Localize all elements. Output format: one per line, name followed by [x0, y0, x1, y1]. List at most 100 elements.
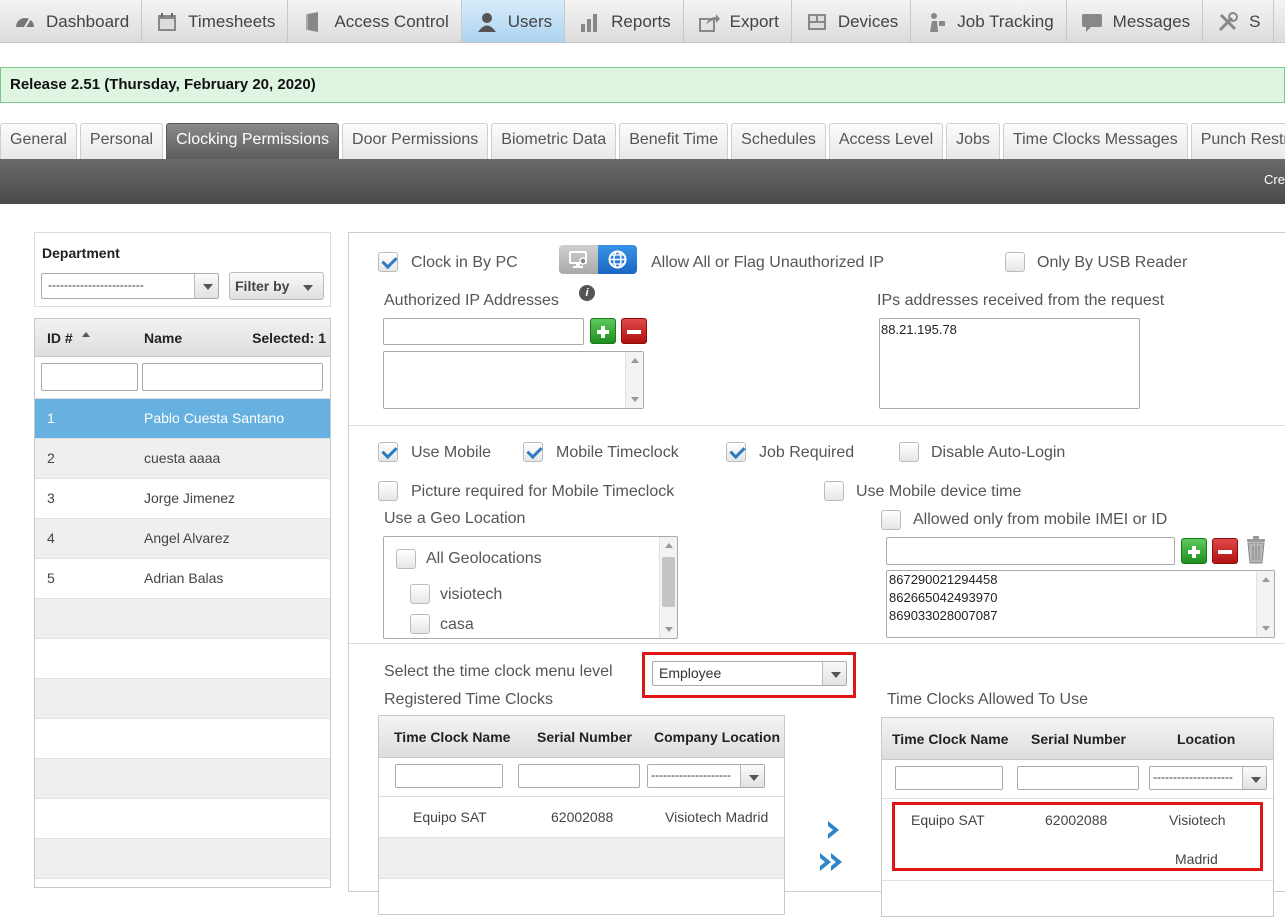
chevron-down-icon[interactable]	[1242, 767, 1266, 789]
column-time-clock-name[interactable]: Time Clock Name	[394, 729, 510, 745]
registered-clocks-label: Registered Time Clocks	[384, 691, 553, 708]
registered-clocks-header: Time Clock Name Serial Number Company Lo…	[379, 716, 784, 758]
nav-access-control-label: Access Control	[334, 11, 449, 31]
use-device-time-checkbox[interactable]	[824, 481, 844, 501]
empty-row	[379, 838, 784, 879]
allowed-imei-checkbox[interactable]	[881, 510, 901, 530]
chevron-down-icon[interactable]	[194, 274, 218, 298]
nav-users[interactable]: Users	[461, 0, 566, 42]
list-item[interactable]: 862665042493970	[889, 589, 997, 607]
column-serial-number[interactable]: Serial Number	[1031, 731, 1126, 747]
table-row[interactable]: 4 Angel Alvarez	[35, 519, 330, 559]
add-ip-button[interactable]	[590, 318, 616, 344]
serial-number-filter[interactable]	[1017, 766, 1139, 790]
nav-export[interactable]: Export	[684, 0, 792, 42]
pc-mode-button[interactable]	[559, 245, 598, 274]
move-right-icon[interactable]	[823, 819, 845, 841]
ips-received-list[interactable]: 88.21.195.78	[879, 318, 1140, 409]
only-usb-reader-checkbox[interactable]	[1005, 252, 1025, 272]
nav-timesheets[interactable]: Timesheets	[142, 0, 289, 42]
web-mode-button[interactable]	[598, 245, 637, 274]
table-row[interactable]: 3 Jorge Jimenez	[35, 479, 330, 519]
geo-casa-checkbox[interactable]	[410, 614, 430, 634]
tab-general[interactable]: General	[0, 123, 77, 159]
clock-by-pc-checkbox[interactable]	[378, 252, 398, 272]
job-required-checkbox[interactable]	[726, 442, 746, 462]
nav-dashboard[interactable]: Dashboard	[0, 0, 143, 42]
empty-row	[35, 679, 330, 719]
nav-reports[interactable]: Reports	[565, 0, 684, 42]
name-filter-input[interactable]	[142, 363, 323, 391]
nav-devices[interactable]: Devices	[792, 0, 912, 42]
chevron-down-icon[interactable]	[740, 765, 764, 787]
tab-time-clocks-messages[interactable]: Time Clocks Messages	[1002, 123, 1188, 159]
remove-imei-button[interactable]	[1212, 538, 1238, 564]
sort-ascending-icon[interactable]	[82, 332, 90, 337]
use-mobile-checkbox[interactable]	[378, 442, 398, 462]
calendar-icon	[156, 11, 178, 33]
column-time-clock-name[interactable]: Time Clock Name	[892, 731, 1008, 747]
user-grid-filters	[35, 357, 330, 399]
tab-jobs[interactable]: Jobs	[946, 123, 1000, 159]
picture-required-checkbox[interactable]	[378, 481, 398, 501]
user-subtabs: General Personal Clocking Permissions Do…	[0, 123, 1285, 159]
list-item[interactable]: 869033028007087	[889, 607, 997, 625]
disable-auto-login-checkbox[interactable]	[899, 442, 919, 462]
tab-personal[interactable]: Personal	[79, 123, 164, 159]
tab-clocking-permissions[interactable]: Clocking Permissions	[166, 123, 340, 159]
time-clock-name-filter[interactable]	[895, 766, 1003, 790]
geo-visiotech-checkbox[interactable]	[410, 584, 430, 604]
move-all-right-icon[interactable]	[818, 851, 848, 873]
add-imei-button[interactable]	[1181, 538, 1207, 564]
company-location-filter[interactable]: --------------------	[647, 764, 765, 788]
nav-messages[interactable]: Messages	[1067, 0, 1204, 42]
authorized-ip-input[interactable]	[383, 318, 584, 345]
column-company-location[interactable]: Company Location	[654, 729, 780, 745]
imei-input[interactable]	[886, 537, 1175, 565]
received-ip-value: 88.21.195.78	[881, 322, 957, 337]
location-filter[interactable]: --------------------	[1149, 766, 1267, 790]
table-row[interactable]: 5 Adrian Balas	[35, 559, 330, 599]
tab-biometric-data[interactable]: Biometric Data	[491, 123, 617, 159]
remove-ip-button[interactable]	[621, 318, 647, 344]
scrollbar[interactable]	[1256, 571, 1274, 637]
table-row[interactable]: Equipo SAT 62002088 Visiotech Madrid	[379, 797, 784, 838]
geo-location-list[interactable]: All Geolocations visiotech casa	[383, 536, 678, 639]
id-filter-input[interactable]	[41, 363, 138, 391]
create-button[interactable]: Cre	[1264, 172, 1285, 187]
column-name-header[interactable]: Name	[144, 330, 182, 346]
tab-schedules[interactable]: Schedules	[731, 123, 826, 159]
nav-access-control[interactable]: Access Control	[288, 0, 462, 42]
filter-by-button[interactable]: Filter by	[229, 272, 324, 300]
nav-settings[interactable]: S	[1203, 0, 1274, 42]
nav-users-label: Users	[507, 11, 553, 31]
time-clock-name-filter[interactable]	[395, 764, 503, 788]
scrollbar[interactable]	[659, 537, 677, 638]
table-row[interactable]: 2 cuesta aaaa	[35, 439, 330, 479]
ips-received-label: IPs addresses received from the request	[877, 292, 1165, 309]
list-item[interactable]: 867290021294458	[889, 571, 997, 589]
tab-benefit-time[interactable]: Benefit Time	[619, 123, 729, 159]
table-row[interactable]: 1 Pablo Cuesta Santano	[35, 399, 330, 439]
nav-job-tracking[interactable]: Job Tracking	[911, 0, 1067, 42]
department-select[interactable]: ------------------------	[41, 273, 219, 299]
trash-icon[interactable]	[1244, 536, 1268, 564]
column-id-header[interactable]: ID #	[47, 330, 73, 346]
tab-punch-restrictions[interactable]: Punch Restricti	[1190, 123, 1285, 159]
imei-list[interactable]: 867290021294458 862665042493970 86903302…	[886, 570, 1275, 638]
column-location[interactable]: Location	[1177, 731, 1235, 747]
authorized-ip-list[interactable]	[383, 351, 644, 409]
nav-reports-label: Reports	[611, 11, 671, 31]
allowed-imei-label: Allowed only from mobile IMEI or ID	[913, 511, 1168, 528]
column-serial-number[interactable]: Serial Number	[537, 729, 632, 745]
scrollbar[interactable]	[625, 352, 643, 408]
user-id: 2	[47, 450, 55, 466]
nav-job-tracking-label: Job Tracking	[957, 11, 1054, 31]
tab-access-level[interactable]: Access Level	[828, 123, 944, 159]
info-icon[interactable]: i	[579, 285, 595, 301]
tab-door-permissions[interactable]: Door Permissions	[342, 123, 489, 159]
mobile-timeclock-checkbox[interactable]	[523, 442, 543, 462]
all-geolocations-checkbox[interactable]	[396, 549, 416, 569]
serial-number-filter[interactable]	[518, 764, 640, 788]
user-name: cuesta aaaa	[144, 450, 221, 466]
